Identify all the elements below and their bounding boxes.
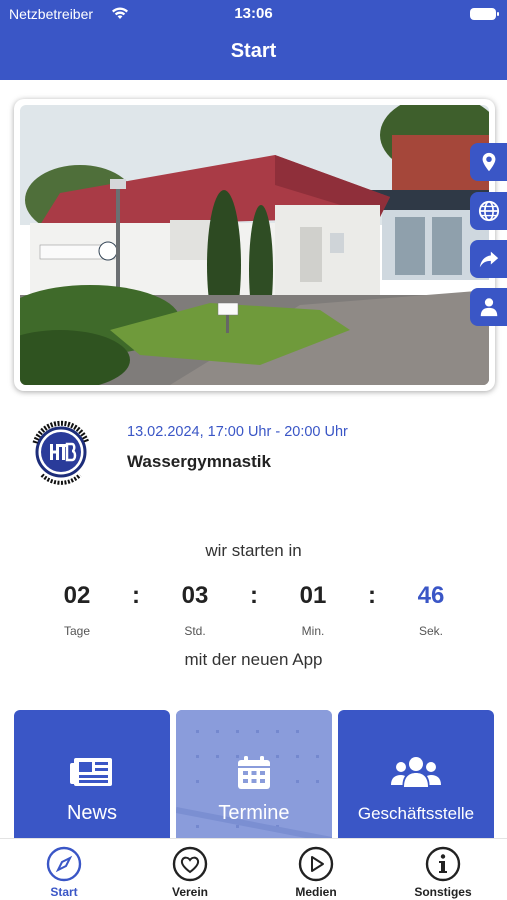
countdown-separator: : [132,582,140,609]
heart-icon [172,846,208,882]
website-button[interactable] [470,192,507,230]
tab-medien-label: Medien [295,885,337,899]
compass-icon [46,846,82,882]
htb-club-logo [28,419,94,485]
countdown-separator: : [250,582,258,609]
tab-verein[interactable]: Verein [150,845,230,900]
globe-icon [478,200,499,222]
event-title[interactable]: Wassergymnastik [127,452,271,472]
battery-icon [470,8,499,20]
termine-tile[interactable]: Termine [176,710,332,850]
event-date: 13.02.2024, 17:00 Uhr - 20:00 Uhr [127,424,348,440]
geschaeftsstelle-tile-label: Geschäftsstelle [357,804,475,823]
tab-medien[interactable]: Medien [276,845,356,900]
info-icon [425,846,461,882]
play-icon [298,846,334,882]
countdown-minutes-value: 01 [299,582,327,609]
club-building-photo [14,99,495,391]
tab-start-label: Start [50,885,78,899]
countdown-intro: wir starten in [205,541,302,560]
contact-button[interactable] [470,288,507,326]
location-pin-icon [482,152,495,172]
countdown-outro: mit der neuen App [184,650,323,669]
page-title: Start [230,40,277,62]
tab-sonstiges[interactable]: Sonstiges [403,845,483,900]
person-icon [480,298,497,317]
countdown-days-label: Tage [63,624,91,638]
newspaper-icon [70,758,112,786]
countdown-hours-value: 03 [181,582,209,609]
share-icon [479,251,498,268]
bottom-tab-bar: Start Verein Medien Sonstiges [0,838,507,900]
termine-tile-label: Termine [218,802,290,824]
status-time: 13:06 [234,5,273,22]
countdown-days-value: 02 [63,582,91,609]
tab-sonstiges-label: Sonstiges [414,885,472,899]
countdown-seconds-value: 46 [417,582,445,609]
users-icon [391,757,441,787]
status-bar: Netzbetreiber 13:06 [0,0,507,28]
tab-start[interactable]: Start [24,845,104,900]
geschaeftsstelle-tile[interactable]: Geschäftsstelle [338,710,494,850]
countdown-separator: : [368,582,376,609]
header: Netzbetreiber 13:06 Start [0,0,507,80]
location-button[interactable] [470,143,507,181]
countdown-minutes-label: Min. [301,624,325,638]
app-screen: Netzbetreiber 13:06 Start 13.02.2024, 17… [0,0,507,900]
share-button[interactable] [470,240,507,278]
news-tile[interactable]: News [14,710,170,850]
news-tile-label: News [66,802,117,824]
tab-verein-label: Verein [171,885,209,899]
countdown-seconds-label: Sek. [418,624,443,638]
countdown-hours-label: Std. [184,624,206,638]
calendar-icon [238,756,270,789]
